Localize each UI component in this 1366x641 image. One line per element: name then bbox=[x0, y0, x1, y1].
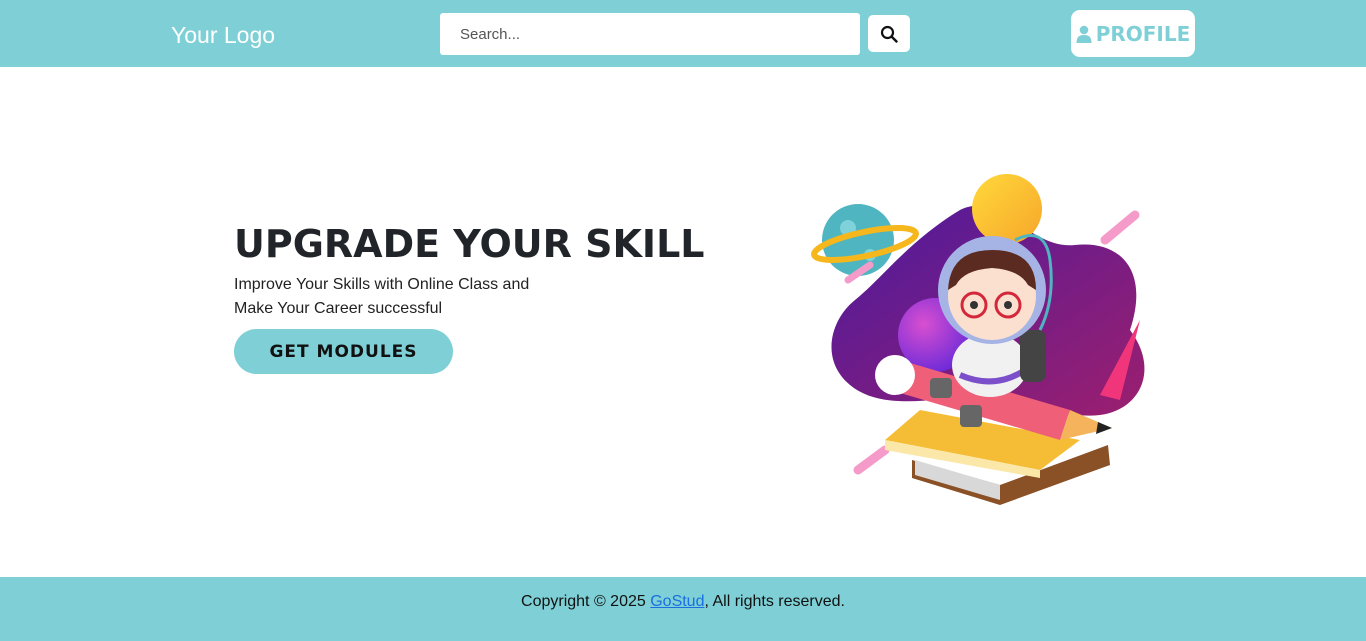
copyright-suffix: , All rights reserved. bbox=[704, 593, 845, 610]
copyright-prefix: Copyright © 2025 bbox=[521, 593, 651, 610]
search-button[interactable] bbox=[868, 15, 910, 52]
gostud-link[interactable]: GoStud bbox=[650, 593, 704, 610]
hero-subtitle-line-1: Improve Your Skills with Online Class an… bbox=[234, 276, 530, 293]
top-navbar: Your Logo PROFILE bbox=[0, 0, 1366, 67]
get-modules-button[interactable]: GET MODULES bbox=[234, 329, 453, 374]
hero-title: UPGRADE YOUR SKILL bbox=[234, 222, 705, 266]
search-icon bbox=[880, 25, 898, 43]
astronaut-reading-illustration bbox=[811, 174, 1145, 505]
footer: Copyright © 2025 GoStud, All rights rese… bbox=[0, 577, 1366, 641]
logo[interactable]: Your Logo bbox=[171, 20, 275, 50]
profile-button[interactable]: PROFILE bbox=[1071, 10, 1195, 57]
search-input[interactable] bbox=[440, 13, 860, 55]
profile-label: PROFILE bbox=[1095, 21, 1191, 46]
hero-subtitle: Improve Your Skills with Online Class an… bbox=[234, 273, 594, 321]
user-icon bbox=[1076, 25, 1092, 43]
copyright-text: Copyright © 2025 GoStud, All rights rese… bbox=[521, 593, 845, 611]
hero-subtitle-line-2: Make Your Career successful bbox=[234, 300, 443, 317]
